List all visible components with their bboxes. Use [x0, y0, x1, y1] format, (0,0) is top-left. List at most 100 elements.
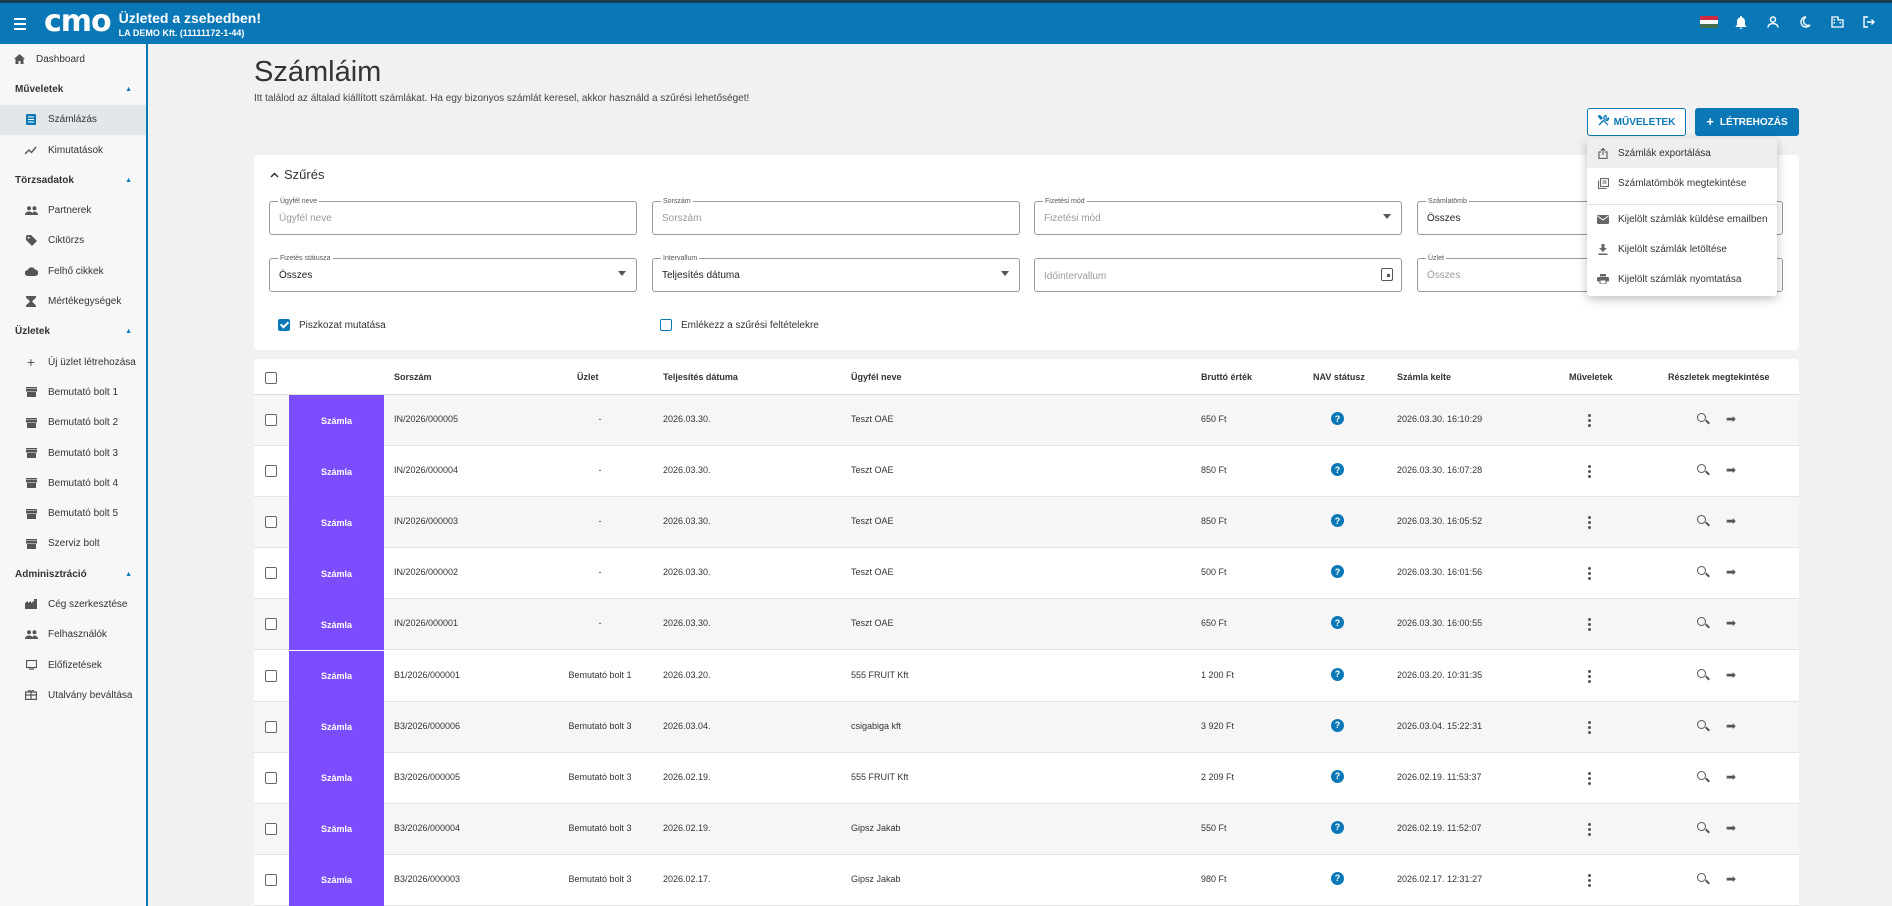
- sidebar-section-adminisztracio[interactable]: Adminisztráció ▲: [0, 559, 146, 589]
- payment-status-select[interactable]: Fizetés státusza Összes: [269, 254, 637, 292]
- table-row[interactable]: Számla B3/2026/000004 Bemutató bolt 3 2026.…: [254, 803, 1799, 855]
- nav-status-help-icon[interactable]: ?: [1331, 412, 1344, 425]
- table-row[interactable]: Számla B3/2026/000006 Bemutató bolt 3 2026.…: [254, 701, 1799, 753]
- more-vert-icon[interactable]: [1588, 771, 1592, 785]
- sidebar-section-muveletek[interactable]: Műveletek ▲: [0, 74, 146, 104]
- table-row[interactable]: Számla B1/2026/000001 Bemutató bolt 1 2026.…: [254, 650, 1799, 702]
- menu-item-print[interactable]: Kijelölt számlák nyomtatása: [1587, 264, 1777, 294]
- company-icon[interactable]: [1828, 13, 1846, 31]
- nav-status-help-icon[interactable]: ?: [1331, 769, 1344, 783]
- menu-item-download[interactable]: Kijelölt számlák letöltése: [1587, 234, 1777, 264]
- more-vert-icon[interactable]: [1588, 618, 1592, 632]
- operations-button[interactable]: MŰVELETEK: [1587, 108, 1686, 136]
- search-icon[interactable]: [1697, 566, 1706, 576]
- search-icon[interactable]: [1697, 668, 1706, 678]
- more-vert-icon[interactable]: [1588, 669, 1592, 683]
- more-vert-icon[interactable]: [1588, 465, 1592, 479]
- arrow-right-icon[interactable]: ➡: [1726, 822, 1736, 834]
- col-serial[interactable]: Sorszám: [394, 372, 432, 382]
- sidebar-item-kimutatasok[interactable]: Kimutatások: [0, 135, 146, 165]
- filter-toggle[interactable]: Szűrés: [270, 167, 324, 182]
- menu-icon[interactable]: [14, 17, 34, 30]
- nav-status-help-icon[interactable]: ?: [1331, 871, 1344, 885]
- logo[interactable]: cmo: [44, 6, 112, 37]
- col-shop[interactable]: Üzlet: [577, 372, 599, 382]
- sidebar-item-new-shop[interactable]: + Új üzlet létrehozása: [0, 347, 146, 377]
- nav-status-help-icon[interactable]: ?: [1331, 616, 1344, 630]
- create-button[interactable]: + LÉTREHOZÁS: [1695, 108, 1799, 136]
- nav-status-help-icon[interactable]: ?: [1331, 514, 1344, 528]
- more-vert-icon[interactable]: [1588, 567, 1592, 581]
- moon-icon[interactable]: [1796, 13, 1814, 31]
- table-row[interactable]: Számla IN/2026/000005 - 2026.03.30. Teszt OA…: [254, 395, 1799, 446]
- sidebar-section-torzsadatok[interactable]: Törzsadatok ▲: [0, 165, 146, 195]
- more-vert-icon[interactable]: [1588, 720, 1592, 734]
- arrow-right-icon[interactable]: ➡: [1726, 771, 1736, 783]
- search-icon[interactable]: [1697, 719, 1706, 729]
- row-checkbox[interactable]: [265, 516, 277, 529]
- table-row[interactable]: Számla IN/2026/000004 - 2026.03.30. Teszt OA…: [254, 446, 1799, 498]
- sidebar-item-shop-3[interactable]: Bemutató bolt 3: [0, 438, 146, 468]
- payment-method-select[interactable]: Fizetési mód Fizetési mód: [1034, 197, 1402, 235]
- sidebar-section-uzletek[interactable]: Üzletek ▲: [0, 317, 146, 347]
- row-checkbox[interactable]: [265, 669, 277, 682]
- logout-icon[interactable]: [1860, 13, 1878, 31]
- sidebar-item-cikktorzs[interactable]: Ciktörzs: [0, 226, 146, 256]
- sidebar-item-felho-cikkek[interactable]: Felhő cikkek: [0, 256, 146, 286]
- row-checkbox[interactable]: [265, 771, 277, 784]
- remember-filters-checkbox[interactable]: [660, 319, 672, 331]
- sidebar-item-shop-2[interactable]: Bemutató bolt 2: [0, 408, 146, 438]
- user-icon[interactable]: [1764, 13, 1782, 31]
- col-fulfillment-date[interactable]: Teljesítés dátuma: [663, 372, 738, 382]
- arrow-right-icon[interactable]: ➡: [1726, 873, 1736, 885]
- more-vert-icon[interactable]: [1588, 516, 1592, 530]
- row-checkbox[interactable]: [265, 720, 277, 733]
- search-icon[interactable]: [1697, 617, 1706, 627]
- table-row[interactable]: Számla IN/2026/000003 - 2026.03.30. Teszt OA…: [254, 497, 1799, 549]
- row-checkbox[interactable]: [265, 618, 277, 631]
- arrow-right-icon[interactable]: ➡: [1726, 515, 1736, 527]
- row-checkbox[interactable]: [265, 822, 277, 835]
- nav-status-help-icon[interactable]: ?: [1331, 667, 1344, 681]
- row-checkbox[interactable]: [265, 414, 277, 426]
- menu-item-export[interactable]: Számlák exportálása: [1587, 138, 1777, 168]
- more-vert-icon[interactable]: [1588, 822, 1592, 836]
- sidebar-item-shop-1[interactable]: Bemutató bolt 1: [0, 377, 146, 407]
- arrow-right-icon[interactable]: ➡: [1726, 669, 1736, 681]
- customer-name-field[interactable]: Ügyfél neve Ügyfél neve: [269, 197, 637, 235]
- time-interval-field[interactable]: Időintervallum: [1034, 258, 1402, 292]
- arrow-right-icon[interactable]: ➡: [1726, 720, 1736, 732]
- nav-status-help-icon[interactable]: ?: [1331, 463, 1344, 477]
- search-icon[interactable]: [1697, 464, 1706, 474]
- sidebar-item-voucher[interactable]: Utalvány beváltása: [0, 680, 146, 710]
- arrow-right-icon[interactable]: ➡: [1726, 413, 1736, 425]
- hungarian-flag-icon[interactable]: [1700, 16, 1718, 28]
- serial-field[interactable]: Sorszám Sorszám: [652, 197, 1020, 235]
- arrow-right-icon[interactable]: ➡: [1726, 464, 1736, 476]
- menu-item-send-email[interactable]: Kijelölt számlák küldése emailben: [1587, 204, 1777, 234]
- table-row[interactable]: Számla IN/2026/000002 - 2026.03.30. Teszt OA…: [254, 548, 1799, 600]
- search-icon[interactable]: [1697, 770, 1706, 780]
- search-icon[interactable]: [1697, 821, 1706, 831]
- more-vert-icon[interactable]: [1588, 873, 1592, 887]
- sidebar-item-partnerek[interactable]: Partnerek: [0, 195, 146, 225]
- sidebar-item-shop-4[interactable]: Bemutató bolt 4: [0, 468, 146, 498]
- select-all-checkbox[interactable]: [265, 372, 277, 384]
- interval-select[interactable]: Intervallum Teljesítés dátuma: [652, 254, 1020, 292]
- col-customer[interactable]: Ügyfél neve: [851, 372, 902, 382]
- row-checkbox[interactable]: [265, 567, 277, 580]
- sidebar-item-users[interactable]: Felhasználók: [0, 620, 146, 650]
- arrow-right-icon[interactable]: ➡: [1726, 566, 1736, 578]
- table-row[interactable]: Számla B3/2026/000005 Bemutató bolt 3 2026.…: [254, 752, 1799, 804]
- nav-status-help-icon[interactable]: ?: [1331, 565, 1344, 579]
- nav-status-help-icon[interactable]: ?: [1331, 718, 1344, 732]
- calendar-icon[interactable]: [1381, 268, 1393, 281]
- show-drafts-checkbox[interactable]: [278, 319, 290, 331]
- search-icon[interactable]: [1697, 872, 1706, 882]
- menu-item-view-blocks[interactable]: Számlatömbök megtekintése: [1587, 168, 1777, 198]
- row-checkbox[interactable]: [265, 873, 277, 886]
- sidebar-item-mertekegysegek[interactable]: Mértékegységek: [0, 286, 146, 316]
- sidebar-item-szamlazas[interactable]: Számlázás: [0, 104, 146, 135]
- col-nav-status[interactable]: NAV státusz: [1313, 372, 1365, 382]
- col-gross[interactable]: Bruttó érték: [1201, 372, 1252, 382]
